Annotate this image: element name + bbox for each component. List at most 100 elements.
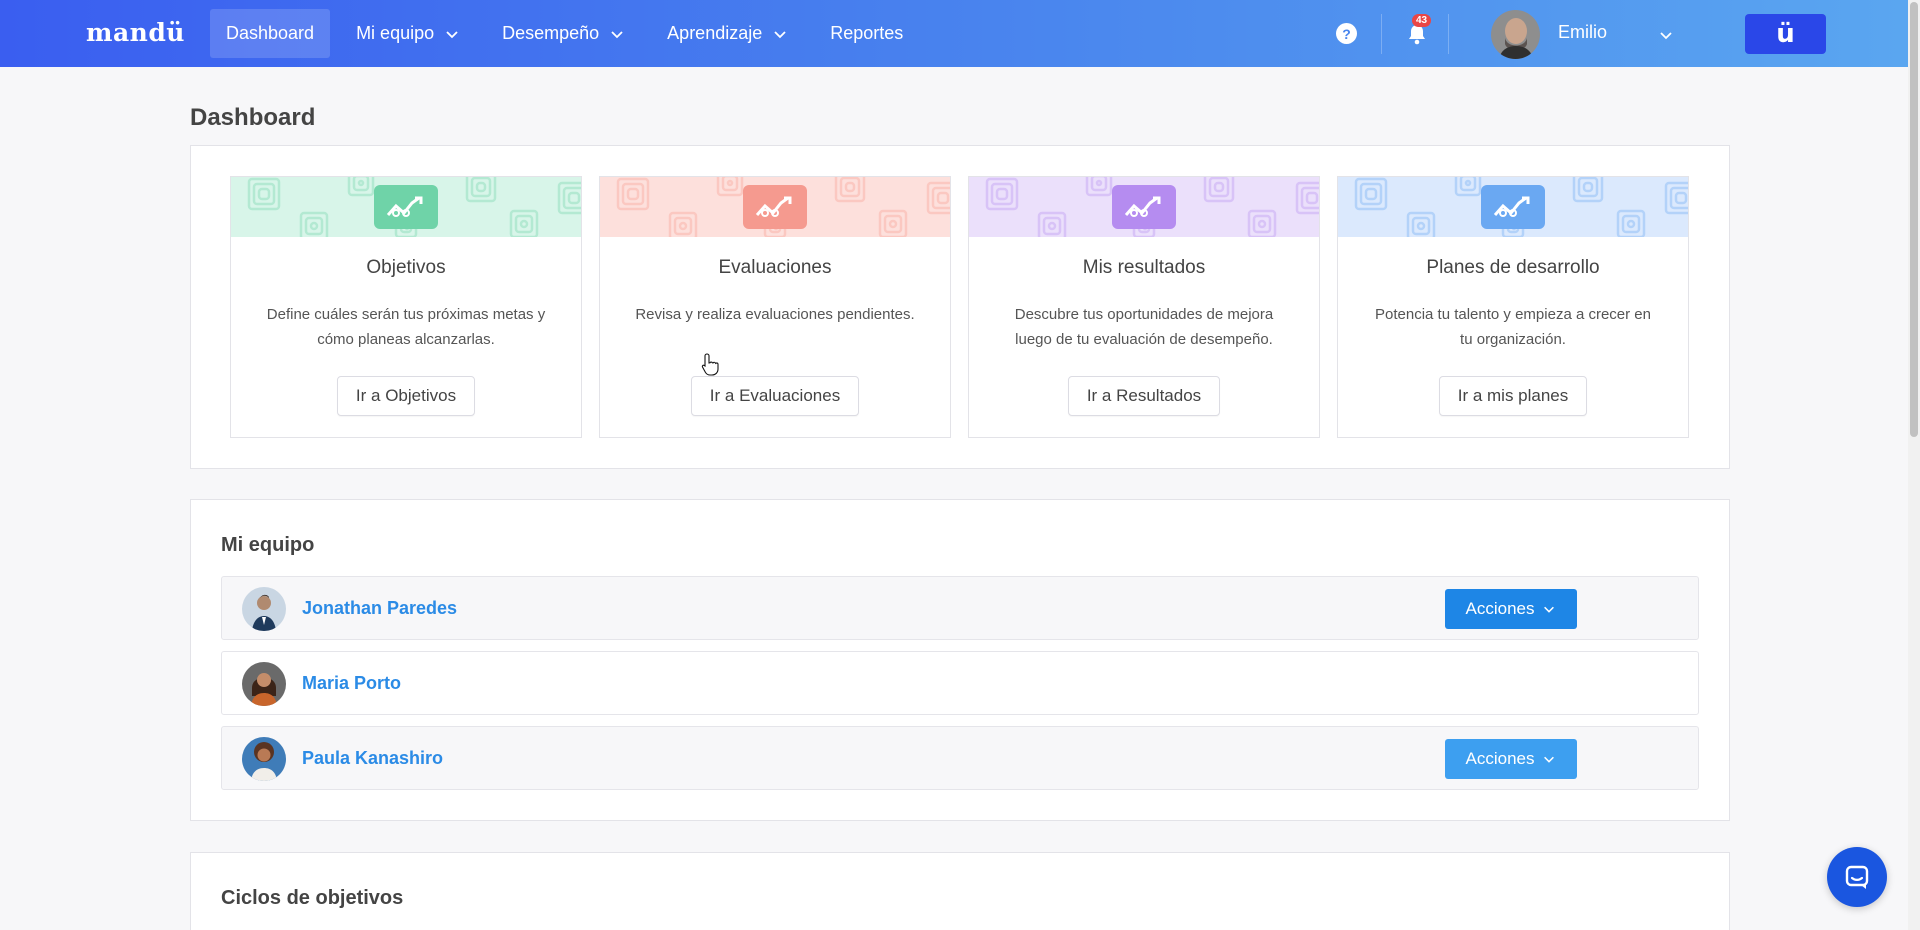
card-banner <box>969 177 1319 237</box>
pattern-square <box>721 177 739 192</box>
card-title: Evaluaciones <box>718 257 832 278</box>
go-to-objetivos-button[interactable]: Ir a Objetivos <box>336 376 476 416</box>
pattern-square <box>839 177 861 198</box>
nav-item-reportes[interactable]: Reportes <box>814 9 919 58</box>
card-evaluaciones: Evaluaciones Revisa y realiza evaluacion… <box>599 176 951 438</box>
team-row: Jonathan Paredes Acciones <box>221 576 1699 640</box>
avatar[interactable] <box>242 737 286 781</box>
growth-chart-icon <box>374 185 438 229</box>
avatar[interactable] <box>242 662 286 706</box>
brand-button[interactable]: ü <box>1745 14 1826 54</box>
card-description: Potencia tu talento y empieza a crecer e… <box>1375 306 1651 348</box>
pattern-square <box>1411 216 1431 236</box>
nav-item-mi-equipo[interactable]: Mi equipo <box>340 9 476 58</box>
pattern-square <box>1213 181 1225 193</box>
chevron-down-icon <box>611 30 623 38</box>
actions-dropdown-button[interactable]: Acciones <box>1445 739 1577 779</box>
avatar[interactable] <box>242 587 286 631</box>
pattern-square <box>514 214 534 234</box>
header-divider <box>1448 14 1449 54</box>
pattern-square <box>252 182 276 206</box>
nav-item-label: Aprendizaje <box>667 23 763 43</box>
team-row: Maria Porto <box>221 651 1699 715</box>
nav-item-label: Desempeño <box>502 23 600 43</box>
team-row: Paula Kanashiro Acciones <box>221 726 1699 790</box>
card-planes-de-desarrollo: Planes de desarrollo Potencia tu talento… <box>1337 176 1689 438</box>
go-to-resultados-button[interactable]: Ir a Resultados <box>1067 376 1221 416</box>
pattern-square <box>678 221 688 231</box>
pattern-square <box>1416 221 1426 231</box>
go-to-planes-button[interactable]: Ir a mis planes <box>1438 376 1588 416</box>
hand-cursor-icon <box>701 353 719 376</box>
growth-chart-icon <box>1481 185 1545 229</box>
pattern-square <box>726 179 734 187</box>
pattern-square <box>1464 179 1472 187</box>
objective-cycles-panel: Ciclos de objetivos <box>190 852 1730 930</box>
app-logo[interactable]: mandü <box>86 18 185 47</box>
pattern-square <box>1042 216 1062 236</box>
pattern-square <box>470 177 492 198</box>
pattern-square <box>352 177 370 192</box>
pattern-square <box>1252 214 1272 234</box>
pattern-square <box>626 187 640 201</box>
card-description: Revisa y realiza evaluaciones pendientes… <box>635 306 915 323</box>
card-description: Descubre tus oportunidades de mejora lue… <box>1014 306 1274 348</box>
chevron-down-icon <box>1544 606 1555 613</box>
go-to-evaluaciones-button[interactable]: Ir a Evaluaciones <box>690 376 860 416</box>
pattern-square <box>567 191 581 205</box>
nav-item-dashboard[interactable]: Dashboard <box>210 9 331 58</box>
card-objetivos: Objetivos Define cuáles serán tus próxim… <box>230 176 582 438</box>
pattern-square <box>1582 181 1594 193</box>
nav-item-aprendizaje[interactable]: Aprendizaje <box>651 9 804 58</box>
actions-label: Acciones <box>1465 749 1535 768</box>
pattern-square <box>1674 191 1688 205</box>
pattern-square <box>475 181 487 193</box>
user-name[interactable]: Emilio <box>1558 22 1607 43</box>
pattern-square <box>1208 177 1230 198</box>
chevron-down-icon <box>1544 756 1555 763</box>
nav-item-label: Dashboard <box>226 23 315 43</box>
chevron-down-icon <box>446 30 458 38</box>
nav-item-label: Mi equipo <box>356 23 435 43</box>
pattern-square <box>1305 191 1319 205</box>
card-banner <box>600 177 950 237</box>
pattern-square <box>519 219 529 229</box>
help-icon[interactable]: ? <box>1336 23 1357 44</box>
member-name[interactable]: Maria Porto <box>302 673 401 694</box>
card-banner <box>1338 177 1688 237</box>
pattern-square <box>1090 177 1108 192</box>
card-title: Objetivos <box>366 257 446 278</box>
pattern-square <box>621 182 645 206</box>
nav-item-desempeno[interactable]: Desempeño <box>486 9 641 58</box>
scrollbar-thumb[interactable] <box>1910 2 1918 437</box>
header-divider <box>1381 14 1382 54</box>
member-name[interactable]: Jonathan Paredes <box>302 598 457 619</box>
actions-dropdown-button[interactable]: Acciones <box>1445 589 1577 629</box>
pattern-square <box>257 187 271 201</box>
pattern-square <box>936 191 950 205</box>
member-name[interactable]: Paula Kanashiro <box>302 748 443 769</box>
pattern-square <box>1626 219 1636 229</box>
card-description: Define cuáles serán tus próximas metas y… <box>266 306 546 348</box>
pattern-square <box>1577 177 1599 198</box>
my-team-panel: Mi equipo Jonathan Paredes Acciones Mari… <box>190 499 1730 821</box>
pattern-square <box>1359 182 1383 206</box>
pattern-square <box>990 182 1014 206</box>
pattern-square <box>1257 219 1267 229</box>
section-title: Ciclos de objetivos <box>221 887 404 909</box>
pattern-square <box>883 214 903 234</box>
actions-label: Acciones <box>1465 599 1535 618</box>
growth-chart-icon <box>1112 185 1176 229</box>
chat-launcher-button[interactable] <box>1827 847 1887 907</box>
pattern-square <box>888 219 898 229</box>
pattern-square <box>309 221 319 231</box>
chat-icon <box>1845 865 1869 889</box>
pattern-square <box>1047 221 1057 231</box>
pattern-square <box>304 216 324 236</box>
chevron-down-icon[interactable] <box>1658 27 1674 43</box>
user-avatar[interactable] <box>1491 10 1540 59</box>
pattern-square <box>1459 177 1477 192</box>
pattern-square <box>1095 179 1103 187</box>
pattern-square <box>357 179 365 187</box>
notification-badge: 43 <box>1412 14 1432 27</box>
